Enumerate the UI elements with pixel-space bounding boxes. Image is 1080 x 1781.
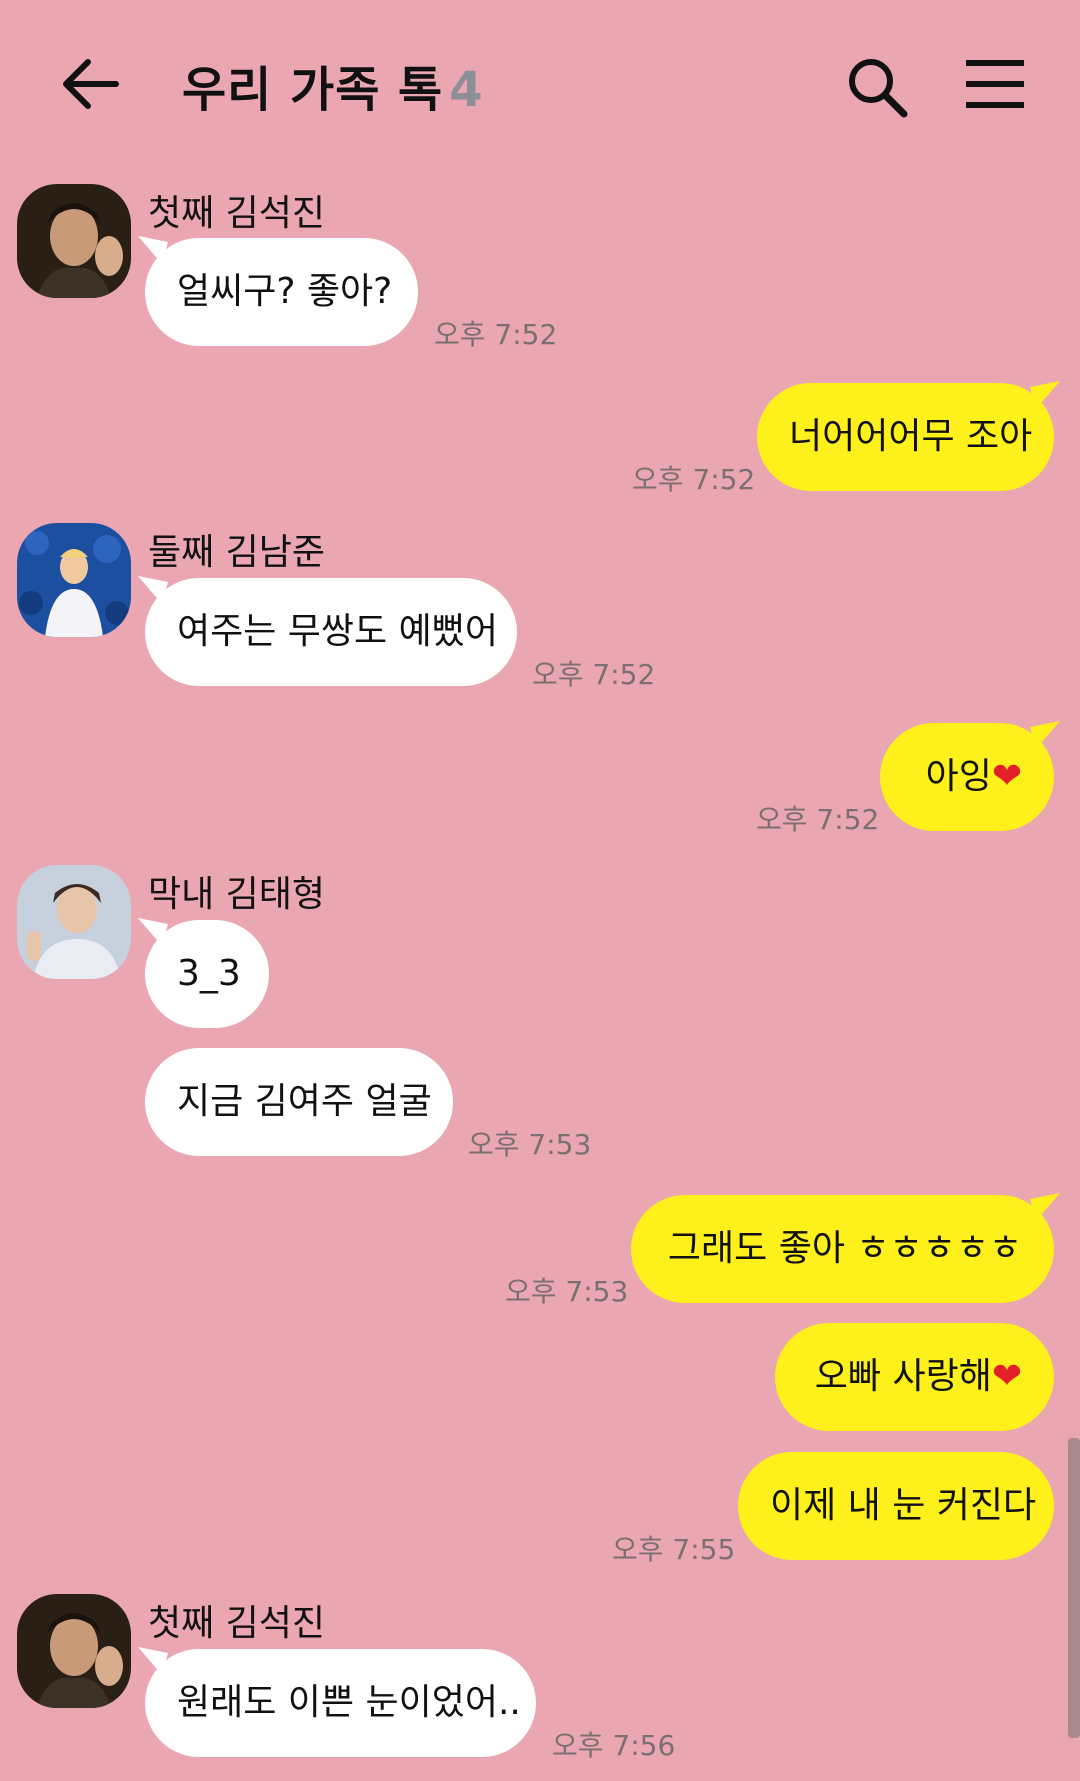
message-text: 오빠 사랑해 <box>814 1356 992 1397</box>
message-time: 오후 7:53 <box>505 1275 629 1308</box>
chat-title: 우리 가족 톡4 <box>182 50 484 120</box>
message-bubble[interactable]: 이제 내 눈 커진다 <box>738 1452 1054 1560</box>
scrollbar[interactable] <box>1068 1438 1080 1738</box>
message-time: 오후 7:53 <box>468 1128 592 1161</box>
sender-name: 둘째 김남준 <box>148 532 326 573</box>
message-time: 오후 7:52 <box>756 803 880 836</box>
sender-name: 첫째 김석진 <box>148 1603 326 1644</box>
heart-icon: ❤ <box>991 1356 1022 1397</box>
message-time: 오후 7:56 <box>552 1729 676 1762</box>
menu-icon[interactable] <box>966 58 1024 110</box>
bubble-tail <box>1030 381 1060 409</box>
message-time: 오후 7:55 <box>612 1533 736 1566</box>
message-bubble[interactable]: 3_3 <box>145 920 269 1028</box>
message-bubble[interactable]: 그래도 좋아 ㅎㅎㅎㅎㅎ <box>631 1195 1054 1303</box>
back-arrow-icon[interactable] <box>58 52 122 116</box>
message-bubble[interactable]: 원래도 이쁜 눈이었어.. <box>145 1649 536 1757</box>
message-bubble[interactable]: 너어어어무 조아 <box>757 383 1054 491</box>
chat-title-text: 우리 가족 톡 <box>182 62 444 118</box>
message-time: 오후 7:52 <box>532 658 656 691</box>
search-icon[interactable] <box>846 56 908 118</box>
message-bubble[interactable]: 오빠 사랑해❤ <box>775 1323 1054 1431</box>
member-count: 4 <box>449 62 484 118</box>
sender-name: 막내 김태형 <box>148 874 326 915</box>
avatar-kim-seokjin[interactable] <box>17 184 131 298</box>
message-bubble[interactable]: 얼씨구? 좋아? <box>145 238 418 346</box>
sender-name: 첫째 김석진 <box>148 193 326 234</box>
message-bubble[interactable]: 여주는 무쌍도 예뻤어 <box>145 578 517 686</box>
message-bubble[interactable]: 지금 김여주 얼굴 <box>145 1048 453 1156</box>
avatar-kim-seokjin[interactable] <box>17 1594 131 1708</box>
message-time: 오후 7:52 <box>632 463 756 496</box>
message-time: 오후 7:52 <box>434 318 558 351</box>
heart-icon: ❤ <box>991 756 1022 797</box>
message-text: 아잉 <box>925 756 992 797</box>
bubble-tail <box>1030 1193 1060 1221</box>
bubble-tail <box>1030 721 1060 749</box>
message-bubble[interactable]: 아잉❤ <box>880 723 1054 831</box>
avatar-kim-namjoon[interactable] <box>17 523 131 637</box>
avatar-kim-taehyung[interactable] <box>17 865 131 979</box>
chat-header: 우리 가족 톡4 <box>0 0 1080 170</box>
